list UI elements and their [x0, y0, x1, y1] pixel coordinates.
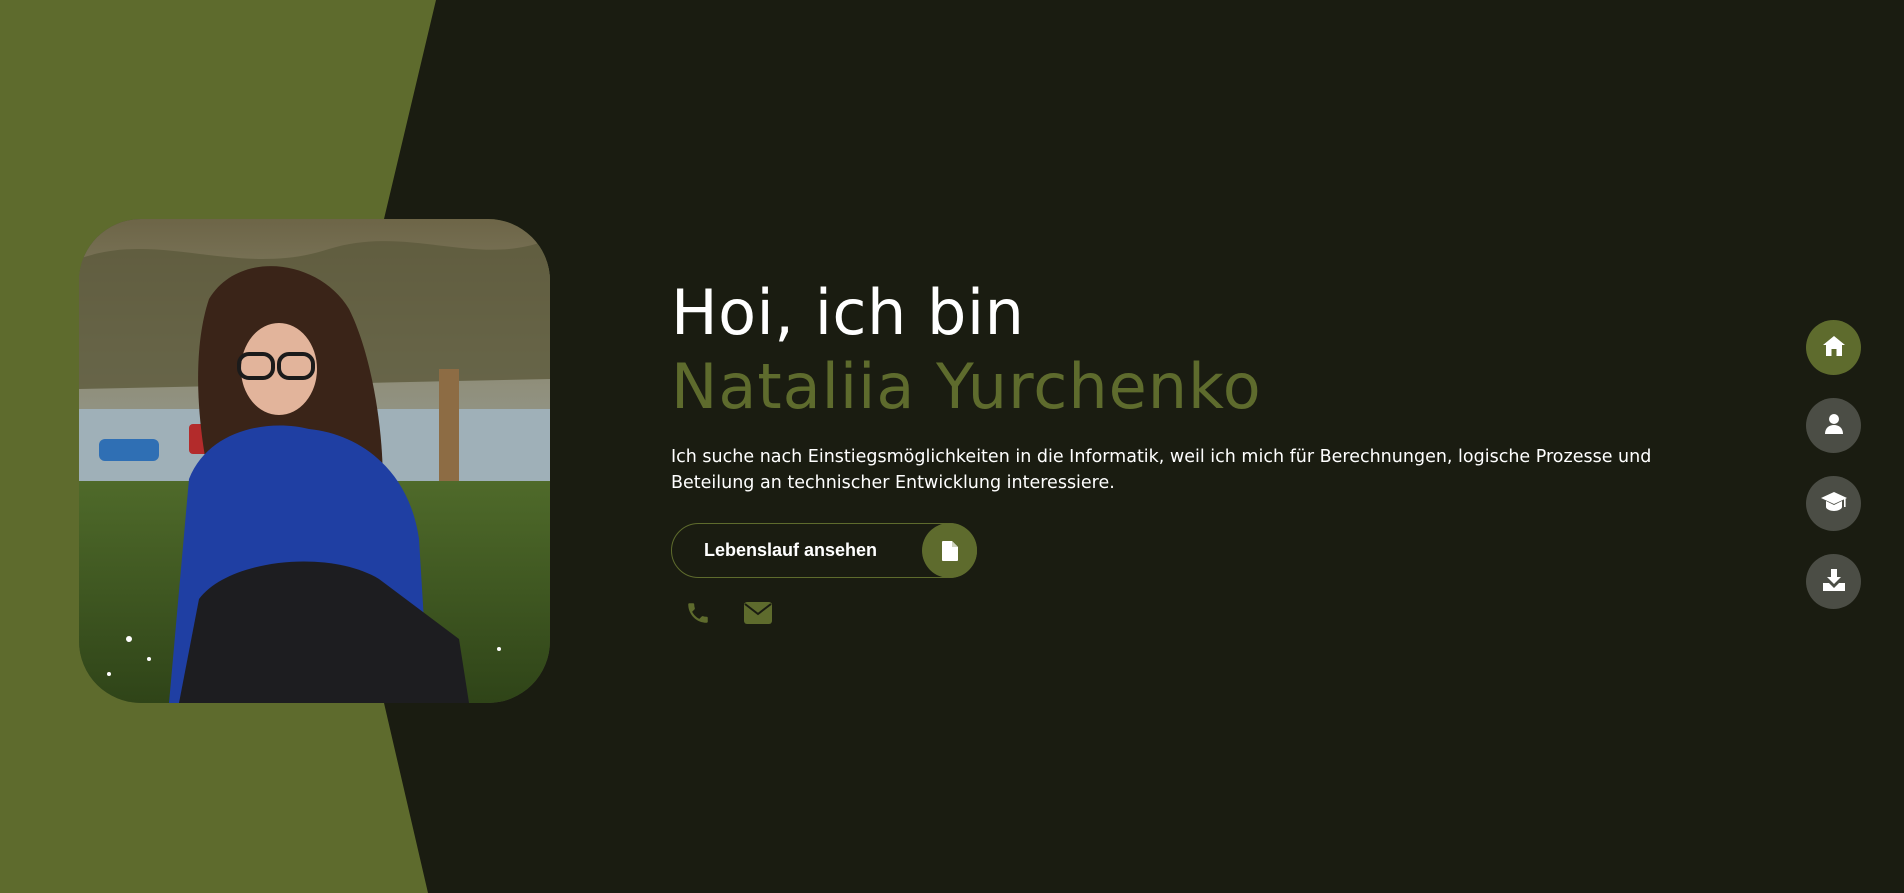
page: Hoi, ich bin Nataliia Yurchenko Ich such…	[0, 0, 1904, 893]
home-icon	[1822, 335, 1845, 360]
view-cv-button[interactable]: Lebenslauf ansehen	[671, 523, 977, 578]
greeting-heading: Hoi, ich bin	[671, 276, 1025, 349]
phone-icon[interactable]	[684, 599, 712, 627]
side-navigation	[1806, 320, 1861, 609]
intro-paragraph: Ich suche nach Einstiegsmöglichkeiten in…	[671, 447, 1652, 493]
hero-text: Hoi, ich bin Nataliia Yurchenko Ich such…	[671, 276, 1671, 496]
nav-about-button[interactable]	[1806, 398, 1861, 453]
file-icon	[922, 523, 977, 578]
view-cv-button-label: Lebenslauf ansehen	[704, 540, 878, 560]
envelope-icon[interactable]	[744, 599, 772, 627]
user-icon	[1824, 413, 1843, 438]
nav-education-button[interactable]	[1806, 476, 1861, 531]
nav-home-button[interactable]	[1806, 320, 1861, 375]
download-icon	[1822, 568, 1845, 595]
profile-photo	[79, 219, 550, 703]
name-heading: Nataliia Yurchenko	[671, 350, 1262, 423]
contact-icons	[684, 599, 772, 627]
graduation-cap-icon	[1820, 491, 1847, 516]
nav-download-button[interactable]	[1806, 554, 1861, 609]
